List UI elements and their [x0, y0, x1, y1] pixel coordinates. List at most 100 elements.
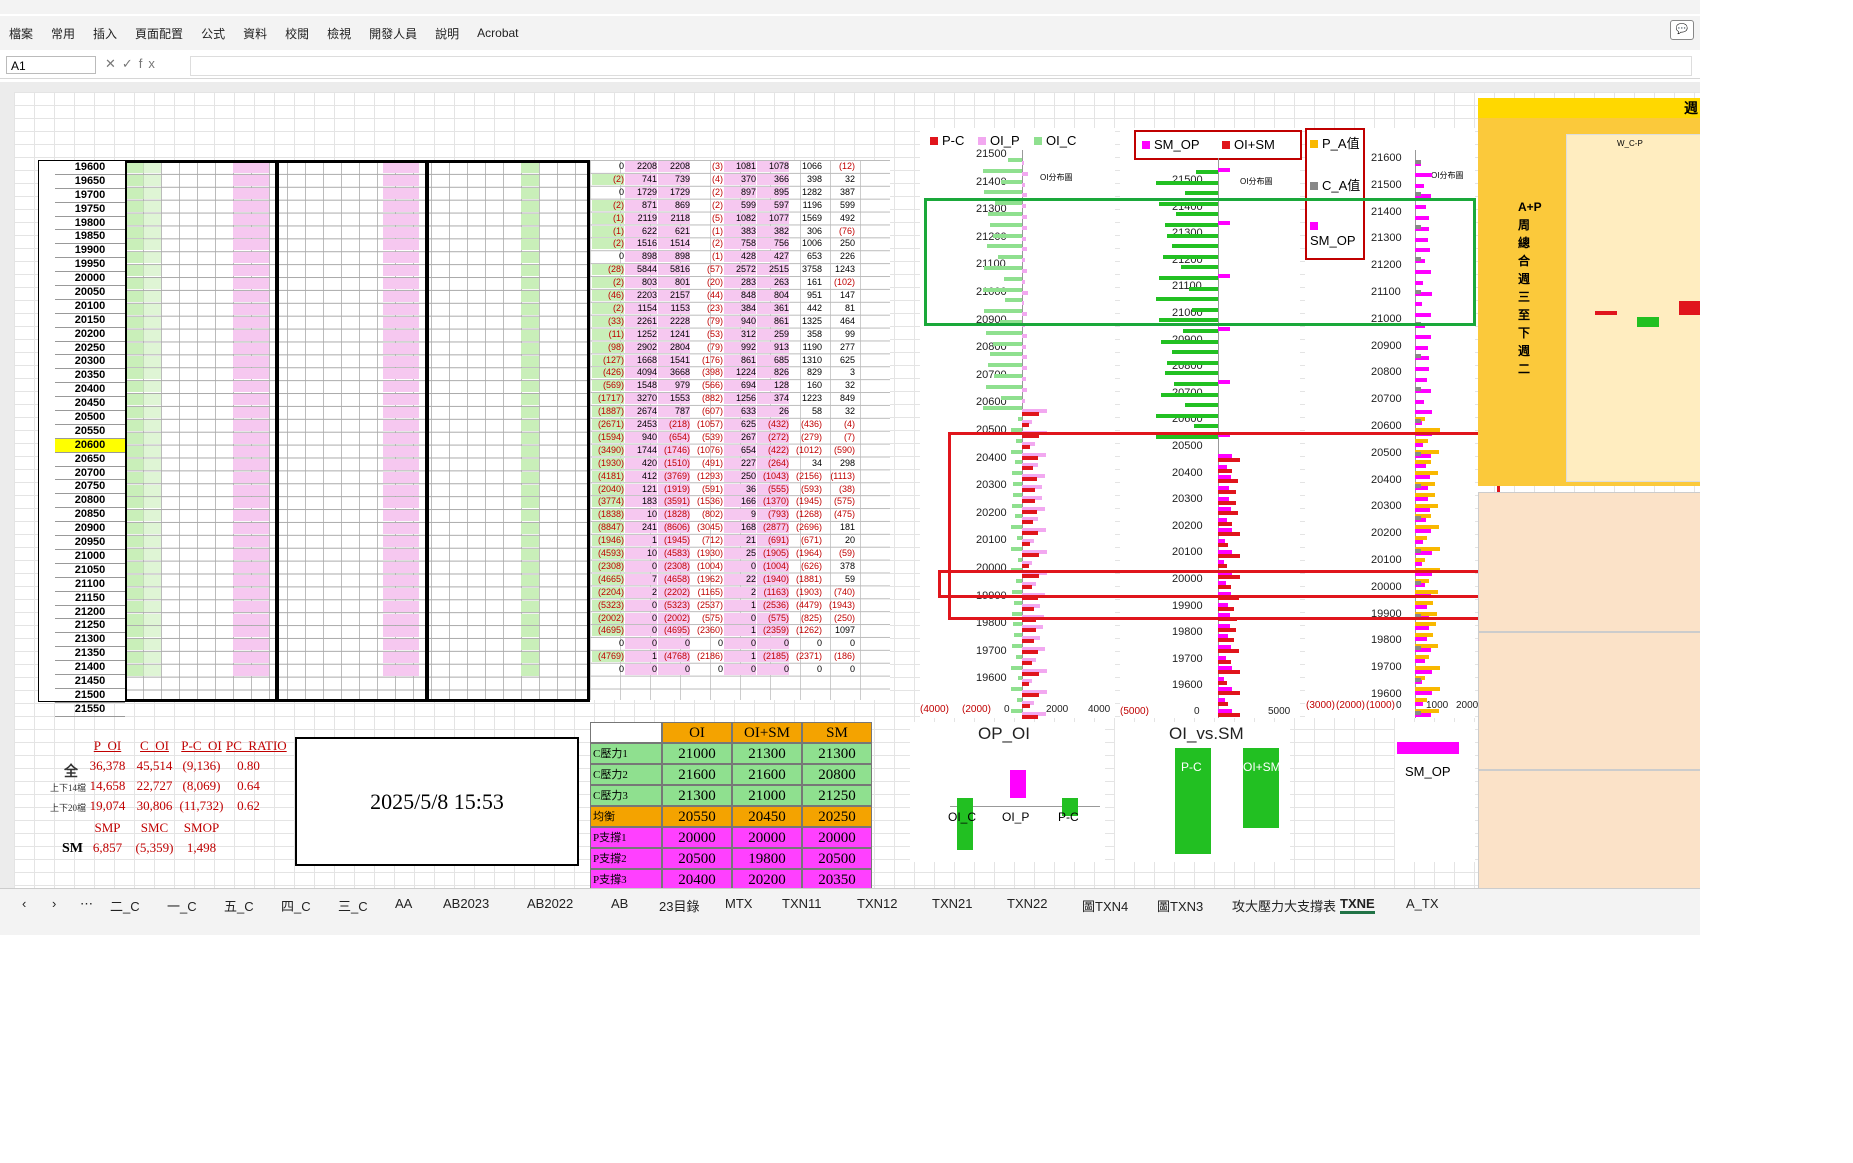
oi-cell[interactable]: (1881): [790, 574, 822, 585]
oi-mini-chart-1[interactable]: [1478, 492, 1700, 632]
oi-cell[interactable]: 267: [724, 431, 756, 443]
sheet-tab[interactable]: AB: [611, 896, 628, 911]
oi-cell[interactable]: 1668: [625, 354, 657, 366]
oi-cell[interactable]: (3591): [658, 496, 690, 508]
pressure-cell[interactable]: 20000: [802, 827, 872, 848]
tab-next-icon[interactable]: ›: [52, 896, 56, 911]
oi-cell[interactable]: (475): [823, 509, 855, 520]
strike-cell[interactable]: 21300: [55, 633, 125, 648]
oi-cell[interactable]: (38): [823, 484, 855, 495]
oi-cell[interactable]: (1057): [691, 419, 723, 430]
oi-cell[interactable]: 599: [724, 199, 756, 211]
oi-cell[interactable]: 804: [757, 290, 789, 301]
oi-cell[interactable]: (1943): [823, 600, 855, 611]
oi-cell[interactable]: 32: [823, 406, 855, 417]
sheet-tab[interactable]: AB2022: [527, 896, 573, 911]
oi-cell[interactable]: 1282: [790, 187, 822, 198]
pressure-header[interactable]: [590, 722, 662, 743]
pressure-cell[interactable]: 21300: [732, 743, 802, 764]
oi-cell[interactable]: 10: [625, 509, 657, 521]
sheet-tab[interactable]: 五_C: [224, 896, 254, 915]
oi-cell[interactable]: 0: [625, 625, 657, 637]
oi-cell[interactable]: 20: [823, 535, 855, 546]
oi-cell[interactable]: (569): [592, 380, 624, 392]
pressure-cell[interactable]: 21600: [662, 764, 732, 785]
oi-cell[interactable]: 756: [757, 238, 789, 250]
strike-cell[interactable]: 21200: [55, 606, 125, 620]
pressure-cell[interactable]: 21300: [662, 785, 732, 806]
oi-cell[interactable]: 1243: [823, 264, 855, 275]
oi-cell[interactable]: 895: [757, 186, 789, 198]
strike-cell[interactable]: 20300: [55, 355, 125, 370]
oi-cell[interactable]: 0: [823, 664, 855, 675]
oi-cell[interactable]: (2): [592, 277, 624, 289]
oi-cell[interactable]: 9: [724, 509, 756, 521]
oi-cell[interactable]: 147: [823, 290, 855, 301]
oi-cell[interactable]: 979: [658, 380, 690, 392]
strike-cell[interactable]: 20200: [55, 328, 125, 342]
oi-cell[interactable]: (76): [823, 226, 855, 237]
strike-cell[interactable]: 19750: [55, 203, 125, 217]
oi-cell[interactable]: 694: [724, 380, 756, 392]
oi-cell[interactable]: (1004): [757, 560, 789, 572]
oi-cell[interactable]: (1536): [691, 496, 723, 507]
pressure-cell[interactable]: 19800: [732, 848, 802, 869]
oi-cell[interactable]: (2): [691, 200, 723, 211]
oi-cell[interactable]: (5323): [592, 599, 624, 611]
oi-cell[interactable]: (591): [691, 484, 723, 495]
oi-cell[interactable]: (1510): [658, 457, 690, 469]
strike-cell[interactable]: 20000: [55, 272, 125, 287]
sheet-tab[interactable]: 二_C: [110, 896, 140, 915]
pressure-cell[interactable]: 21600: [732, 764, 802, 785]
oi-cell[interactable]: (2360): [691, 625, 723, 636]
oi-cell[interactable]: 2261: [625, 315, 657, 327]
oi-cell[interactable]: (102): [823, 277, 855, 288]
oi-cell[interactable]: (1163): [757, 586, 789, 598]
summary-cell[interactable]: 45,514: [132, 757, 177, 775]
oi-cell[interactable]: (3774): [592, 496, 624, 508]
oi-cell[interactable]: (4665): [592, 573, 624, 585]
oi-cell[interactable]: 312: [724, 328, 756, 340]
oi-cell[interactable]: 1077: [757, 212, 789, 224]
oi-cell[interactable]: (1905): [757, 548, 789, 559]
oi-cell[interactable]: (2): [592, 173, 624, 185]
oi-cell[interactable]: (98): [592, 341, 624, 353]
oi-cell[interactable]: 0: [724, 638, 756, 650]
oi-cell[interactable]: (2): [691, 238, 723, 249]
formula-input[interactable]: [190, 56, 1692, 76]
pressure-label[interactable]: P支撐3: [590, 869, 662, 890]
oi-cell[interactable]: 26: [757, 406, 789, 418]
oi-cell[interactable]: (539): [691, 432, 723, 443]
strike-cell[interactable]: 21550: [55, 703, 125, 717]
oi-cell[interactable]: 227: [724, 457, 756, 469]
oi-cell[interactable]: 653: [790, 251, 822, 262]
sheet-tab[interactable]: 一_C: [167, 896, 197, 915]
oi-cell[interactable]: 787: [658, 406, 690, 418]
oi-cell[interactable]: (1919): [658, 483, 690, 495]
pressure-cell[interactable]: 20200: [732, 869, 802, 890]
oi-cell[interactable]: 848: [724, 290, 756, 301]
oi-cell[interactable]: (2536): [757, 599, 789, 611]
pressure-label[interactable]: 均衡: [590, 806, 662, 827]
oi-cell[interactable]: 1: [625, 535, 657, 547]
oi-cell[interactable]: 2119: [625, 212, 657, 224]
oi-cell[interactable]: 1325: [790, 316, 822, 327]
oi-cell[interactable]: 1082: [724, 212, 756, 224]
ribbon-tab[interactable]: 檔案: [0, 25, 42, 42]
pressure-cell[interactable]: 21000: [662, 743, 732, 764]
oi-cell[interactable]: (712): [691, 535, 723, 546]
oi-cell[interactable]: (1930): [691, 548, 723, 559]
oi-cell[interactable]: (1076): [691, 445, 723, 456]
oi-cell[interactable]: (2308): [592, 560, 624, 572]
oi-cell[interactable]: (1043): [757, 470, 789, 482]
oi-cell[interactable]: (4768): [658, 651, 690, 663]
oi-cell[interactable]: (1962): [691, 574, 723, 585]
pressure-cell[interactable]: 20400: [662, 869, 732, 890]
strike-cell[interactable]: 20650: [55, 453, 125, 467]
ribbon-tab[interactable]: 檢視: [318, 25, 360, 42]
oi-cell[interactable]: 3: [823, 367, 855, 378]
ribbon-tab[interactable]: 開發人員: [360, 25, 426, 42]
oi-cell[interactable]: 306: [790, 226, 822, 237]
oi-cell[interactable]: (5): [691, 213, 723, 224]
oi-cell[interactable]: 1097: [823, 625, 855, 636]
